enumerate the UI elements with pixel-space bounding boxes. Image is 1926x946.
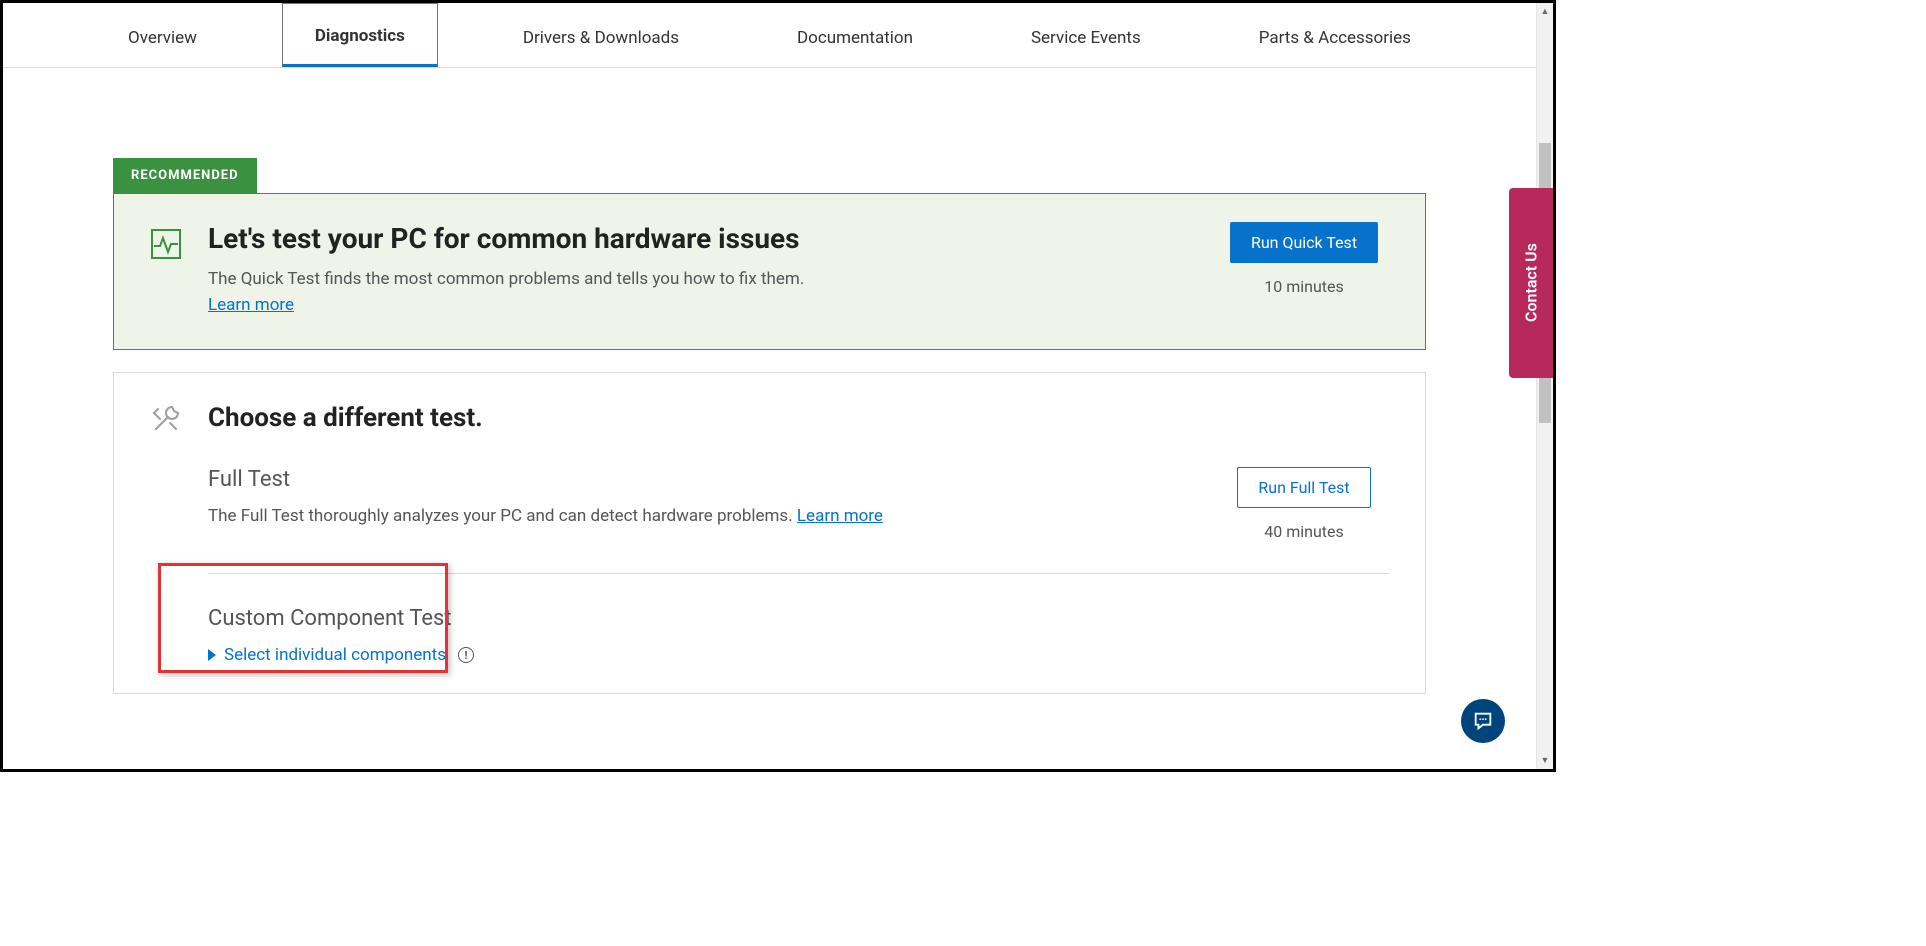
full-test-desc: The Full Test thoroughly analyzes your P… bbox=[208, 506, 797, 526]
quick-test-title: Let's test your PC for common hardware i… bbox=[208, 222, 1195, 255]
tab-bar: Overview Diagnostics Drivers & Downloads… bbox=[3, 3, 1536, 68]
tab-overview[interactable]: Overview bbox=[95, 5, 230, 67]
quick-test-learn-more-link[interactable]: Learn more bbox=[208, 295, 294, 315]
tools-icon bbox=[150, 403, 184, 435]
quick-test-desc: The Quick Test finds the most common pro… bbox=[208, 269, 1195, 289]
select-components-label: Select individual components bbox=[224, 645, 446, 665]
custom-test-title: Custom Component Test bbox=[208, 606, 1389, 631]
expand-triangle-icon bbox=[208, 649, 216, 661]
full-test-time: 40 minutes bbox=[1219, 522, 1389, 541]
full-test-learn-more-link[interactable]: Learn more bbox=[797, 506, 883, 526]
quick-test-card: Let's test your PC for common hardware i… bbox=[113, 193, 1426, 350]
select-individual-components-link[interactable]: Select individual components ! bbox=[208, 645, 474, 665]
chat-icon bbox=[1472, 710, 1494, 732]
choose-different-test-card: Choose a different test. Full Test The F… bbox=[113, 372, 1426, 694]
run-quick-test-button[interactable]: Run Quick Test bbox=[1230, 222, 1378, 263]
tab-parts-accessories[interactable]: Parts & Accessories bbox=[1226, 5, 1444, 67]
full-test-title: Full Test bbox=[208, 467, 1219, 492]
chat-button[interactable] bbox=[1461, 699, 1505, 743]
tab-drivers-downloads[interactable]: Drivers & Downloads bbox=[490, 5, 712, 67]
tab-documentation[interactable]: Documentation bbox=[764, 5, 946, 67]
contact-us-side-tab[interactable]: Contact Us bbox=[1509, 188, 1553, 378]
browser-viewport: ▲ ▼ Overview Diagnostics Drivers & Downl… bbox=[0, 0, 1556, 772]
info-icon[interactable]: ! bbox=[458, 647, 474, 663]
tab-service-events[interactable]: Service Events bbox=[998, 5, 1174, 67]
run-full-test-button[interactable]: Run Full Test bbox=[1237, 467, 1370, 508]
choose-different-title: Choose a different test. bbox=[208, 403, 483, 433]
full-test-row: Full Test The Full Test thoroughly analy… bbox=[208, 435, 1389, 573]
recommended-badge: RECOMMENDED bbox=[113, 158, 257, 193]
tab-diagnostics[interactable]: Diagnostics bbox=[282, 3, 438, 67]
custom-test-row: Custom Component Test Select individual … bbox=[208, 573, 1389, 693]
quick-test-time: 10 minutes bbox=[1219, 277, 1389, 296]
heartbeat-icon bbox=[150, 222, 184, 315]
